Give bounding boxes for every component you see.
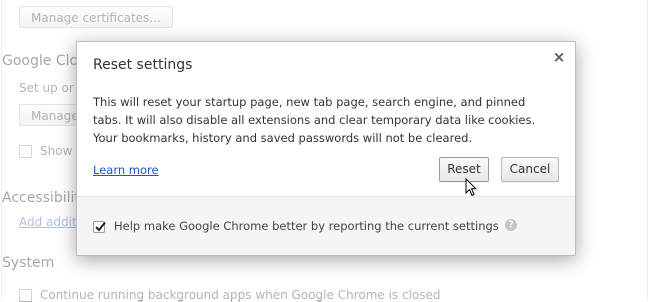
report-settings-label[interactable]: Help make Google Chrome better by report… [114, 219, 499, 233]
report-settings-checkbox[interactable] [93, 221, 106, 233]
reset-button[interactable]: Reset [439, 157, 489, 182]
dialog-title: Reset settings [93, 57, 193, 73]
dialog-description: This will reset your startup page, new t… [93, 95, 536, 145]
reset-settings-dialog: Reset settings × This will reset your st… [76, 41, 576, 256]
learn-more-link[interactable]: Learn more [93, 163, 159, 177]
checkmark-icon [95, 221, 106, 232]
help-icon[interactable]: ? [505, 219, 517, 231]
dialog-footer: Help make Google Chrome better by report… [77, 196, 575, 255]
cancel-button[interactable]: Cancel [501, 157, 559, 182]
mouse-pointer-icon [465, 178, 477, 197]
close-icon[interactable]: × [552, 50, 566, 65]
